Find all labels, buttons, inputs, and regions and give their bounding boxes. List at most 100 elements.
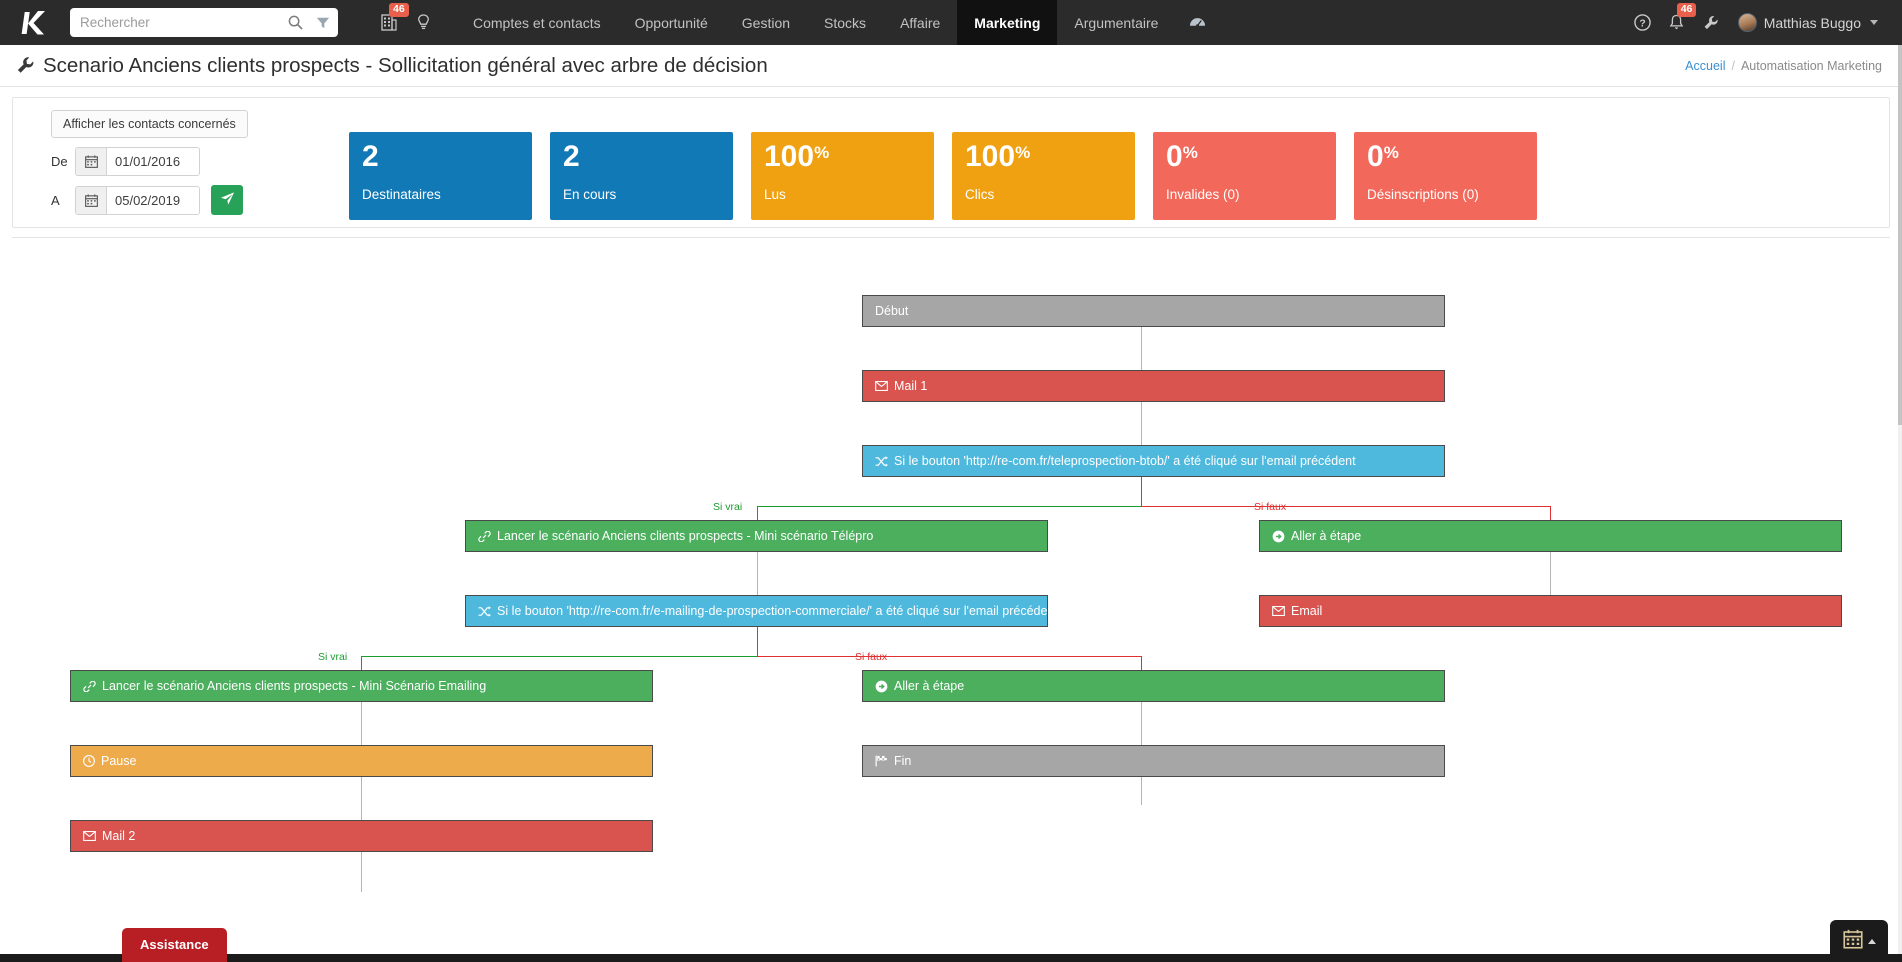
search-input[interactable] <box>70 9 282 36</box>
help-circle-icon[interactable]: ? <box>1626 0 1660 45</box>
filter-controls: Afficher les contacts concernés De 01/01… <box>27 110 327 215</box>
connector-goto2-fin <box>1141 702 1142 745</box>
connector-debut-mail1 <box>1141 327 1142 370</box>
flow-node-label: Mail 1 <box>894 379 928 393</box>
flow-node-pause[interactable]: Pause <box>70 745 653 777</box>
nav-link-stocks[interactable]: Stocks <box>807 0 883 45</box>
kpi-card-destinataires[interactable]: 2 Destinataires <box>349 132 532 220</box>
kpi-suffix: % <box>1182 143 1198 162</box>
date-to-row: A <box>27 185 327 215</box>
lightbulb-icon[interactable] <box>406 0 440 45</box>
nav-link-affaire[interactable]: Affaire <box>883 0 957 45</box>
nav-link-label: Gestion <box>741 14 791 31</box>
kpi-card-clics[interactable]: 100% Clics <box>952 132 1135 220</box>
flow-node-mail1[interactable]: Mail 1 <box>862 370 1445 402</box>
flow-node-debut[interactable]: Début <box>862 295 1445 327</box>
flow-node-label: Lancer le scénario Anciens clients prosp… <box>102 679 487 693</box>
date-from-row: De <box>27 147 327 176</box>
apply-filter-button[interactable] <box>211 185 243 215</box>
calendar-icon[interactable] <box>76 148 107 175</box>
connector-fin-below <box>1141 777 1142 805</box>
date-to-group[interactable] <box>75 185 200 215</box>
page-scrollbar[interactable] <box>1898 45 1902 962</box>
nav-link-label: Opportunité <box>634 14 708 31</box>
nav-link-dashboard[interactable] <box>1175 0 1220 45</box>
user-menu[interactable]: Matthias Buggo <box>1728 13 1884 32</box>
navbar-quick-icons: 46 <box>372 0 440 45</box>
connector-mail1-cond1 <box>1141 402 1142 445</box>
kpi-card-lus[interactable]: 100% Lus <box>751 132 934 220</box>
page-scrollbar-thumb[interactable] <box>1898 45 1902 425</box>
branch-label-true: Si vrai <box>318 651 348 663</box>
branch2-true-horizontal <box>361 656 758 657</box>
chevron-up-icon[interactable] <box>1867 938 1876 944</box>
kpi-card-invalides[interactable]: 0% Invalides (0) <box>1153 132 1336 220</box>
kpi-suffix: % <box>1383 143 1399 162</box>
breadcrumb: Accueil / Automatisation Marketing <box>1685 59 1882 73</box>
flow-node-fin[interactable]: Fin <box>862 745 1445 777</box>
flow-node-lancer-scenario-telepro[interactable]: Lancer le scénario Anciens clients prosp… <box>465 520 1048 552</box>
flow-node-email[interactable]: Email <box>1259 595 1842 627</box>
nav-link-argumentaire[interactable]: Argumentaire <box>1057 0 1175 45</box>
branch1-true-horizontal <box>757 506 1142 507</box>
date-from-input[interactable] <box>107 148 199 175</box>
show-contacts-button[interactable]: Afficher les contacts concernés <box>51 110 248 138</box>
bell-icon[interactable]: 46 <box>1660 0 1697 45</box>
arrow-circle-right-icon <box>875 680 888 693</box>
navbar-right: ? 46 Matthias Buggo <box>1626 0 1890 45</box>
bottom-bar <box>0 954 1902 962</box>
kpi-card-en-cours[interactable]: 2 En cours <box>550 132 733 220</box>
link-icon <box>478 530 491 542</box>
calendar-fab[interactable] <box>1830 920 1888 962</box>
flow-node-condition-1[interactable]: Si le bouton 'http://re-com.fr/teleprosp… <box>862 445 1445 477</box>
nav-link-comptes-et-contacts[interactable]: Comptes et contacts <box>456 0 618 45</box>
flow-node-label: Lancer le scénario Anciens clients prosp… <box>497 529 874 543</box>
flow-node-label: Fin <box>894 754 912 768</box>
connector-emailing-pause <box>361 702 362 745</box>
kpi-label: Destinataires <box>362 187 441 202</box>
flow-node-lancer-scenario-emailing[interactable]: Lancer le scénario Anciens clients prosp… <box>70 670 653 702</box>
brand-k-logo[interactable] <box>12 0 58 45</box>
breadcrumb-home-link[interactable]: Accueil <box>1685 59 1725 73</box>
svg-text:?: ? <box>1640 18 1646 29</box>
envelope-icon <box>1272 606 1285 616</box>
flow-node-condition-2[interactable]: Si le bouton 'http://re-com.fr/e-mailing… <box>465 595 1048 627</box>
global-search[interactable] <box>70 8 338 37</box>
flow-node-aller-a-etape-2[interactable]: Aller à étape <box>862 670 1445 702</box>
nav-link-marketing[interactable]: Marketing <box>957 0 1058 45</box>
kpi-label: Clics <box>965 187 995 202</box>
calendar-icon[interactable] <box>76 186 107 214</box>
nav-link-gestion[interactable]: Gestion <box>725 0 807 45</box>
page-title: Scenario Anciens clients prospects - Sol… <box>16 54 768 78</box>
envelope-icon <box>875 381 888 391</box>
breadcrumb-separator: / <box>1731 58 1735 73</box>
kpi-value: 100 <box>764 140 815 173</box>
filter-icon[interactable] <box>308 9 338 36</box>
flow-node-aller-a-etape-1[interactable]: Aller à étape <box>1259 520 1842 552</box>
connector-telepro-cond2 <box>757 552 758 595</box>
kpi-label: Désinscriptions (0) <box>1367 187 1479 202</box>
nav-link-label: Stocks <box>824 14 867 31</box>
flow-node-mail2[interactable]: Mail 2 <box>70 820 653 852</box>
assistance-tab[interactable]: Assistance <box>122 928 227 962</box>
connector-mail2-next <box>361 852 362 892</box>
wrench-icon[interactable] <box>1694 0 1728 45</box>
search-icon[interactable] <box>282 9 308 36</box>
speedometer-icon <box>1189 14 1206 31</box>
nav-link-label: Comptes et contacts <box>473 14 601 31</box>
date-to-input[interactable] <box>107 186 199 214</box>
top-navbar: 46 Comptes et contacts Opportunité Gesti… <box>0 0 1902 45</box>
shuffle-icon <box>875 455 888 467</box>
nav-link-opportunite[interactable]: Opportunité <box>618 0 725 45</box>
calendar-grid-icon[interactable]: 46 <box>372 0 409 45</box>
connector-goto1-email <box>1550 552 1551 595</box>
branch1-stem <box>1141 477 1142 506</box>
branch2-false-horizontal <box>757 656 1142 657</box>
kpi-card-desinscriptions[interactable]: 0% Désinscriptions (0) <box>1354 132 1537 220</box>
date-from-group[interactable] <box>75 147 200 176</box>
avatar <box>1737 13 1757 32</box>
kpi-cards: 2 Destinataires 2 En cours 100% Lus 100%… <box>349 132 1875 220</box>
breadcrumb-current: Automatisation Marketing <box>1740 58 1882 73</box>
flow-node-label: Aller à étape <box>1291 529 1362 543</box>
shuffle-icon <box>478 605 491 617</box>
